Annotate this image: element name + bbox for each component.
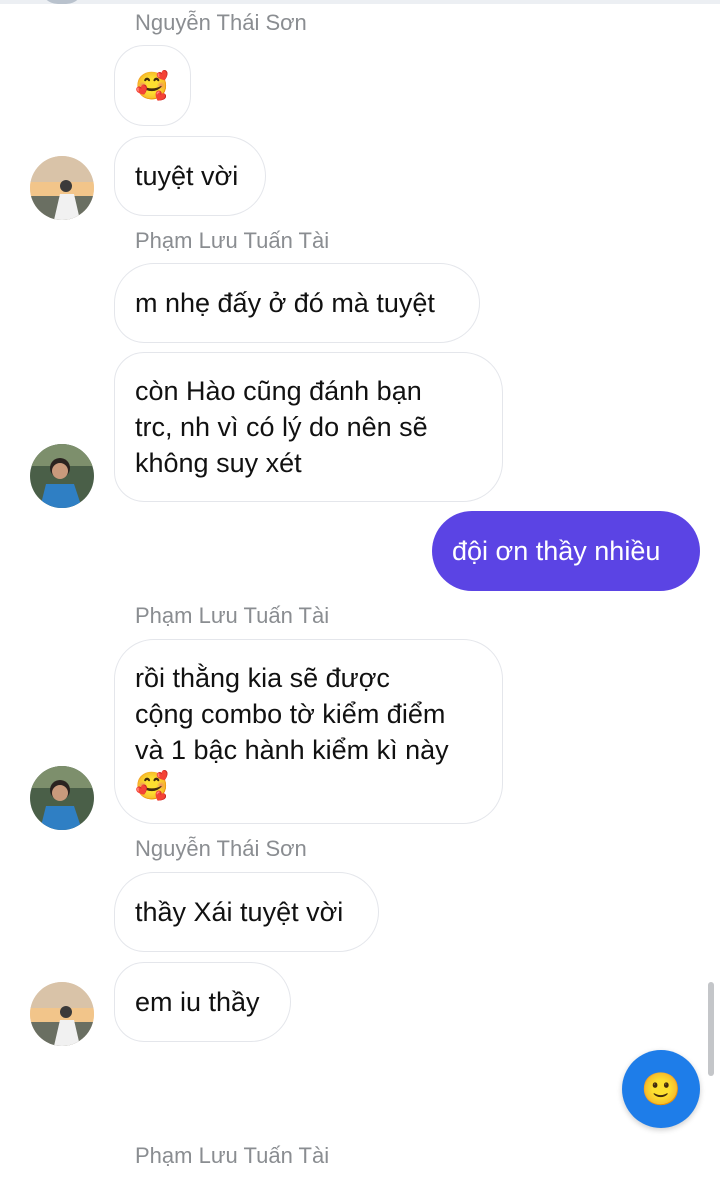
message-text: còn Hào cũng đánh bạn trc, nh vì có lý d… xyxy=(135,376,428,478)
sender-name: Phạm Lưu Tuấn Tài xyxy=(135,228,330,253)
message-text: m nhẹ đấy ở đó mà tuyệt xyxy=(135,288,435,318)
message-bubble[interactable]: thầy Xái tuyệt vời xyxy=(114,872,379,952)
message-text: 🥰 xyxy=(135,70,169,101)
message-text: rồi thằng kia sẽ được cộng combo tờ kiểm… xyxy=(135,662,449,801)
message-text: thầy Xái tuyệt vời xyxy=(135,897,344,927)
avatar-photo xyxy=(30,444,94,508)
message-bubble[interactable]: rồi thằng kia sẽ được cộng combo tờ kiểm… xyxy=(114,639,503,824)
sender-name: Nguyễn Thái Sơn xyxy=(135,10,307,35)
message-bubble[interactable]: 🥰 xyxy=(114,45,191,126)
avatar[interactable] xyxy=(30,444,94,508)
message-text: đội ơn thầy nhiều xyxy=(452,536,661,566)
sender-name: Phạm Lưu Tuấn Tài xyxy=(135,1143,330,1168)
avatar-photo xyxy=(30,982,94,1046)
message-bubble[interactable]: đội ơn thầy nhiều xyxy=(432,511,700,591)
avatar[interactable] xyxy=(30,156,94,220)
message-bubble[interactable]: còn Hào cũng đánh bạn trc, nh vì có lý d… xyxy=(114,352,503,502)
message-bubble[interactable]: tuyệt vời xyxy=(114,136,266,216)
sender-name: Phạm Lưu Tuấn Tài xyxy=(135,603,330,628)
avatar-photo xyxy=(30,766,94,830)
sender-name: Nguyễn Thái Sơn xyxy=(135,836,307,861)
message-text: em iu thầy xyxy=(135,987,260,1017)
avatar[interactable] xyxy=(30,982,94,1046)
top-divider xyxy=(0,0,720,4)
avatar-photo xyxy=(30,156,94,220)
scrollbar[interactable] xyxy=(708,982,714,1076)
message-text: tuyệt vời xyxy=(135,161,239,191)
quick-reaction-button[interactable]: 🙂 xyxy=(622,1050,700,1128)
smiley-icon: 🙂 xyxy=(641,1071,681,1107)
message-bubble[interactable]: em iu thầy xyxy=(114,962,291,1042)
avatar[interactable] xyxy=(30,766,94,830)
message-bubble[interactable]: m nhẹ đấy ở đó mà tuyệt xyxy=(114,263,480,343)
